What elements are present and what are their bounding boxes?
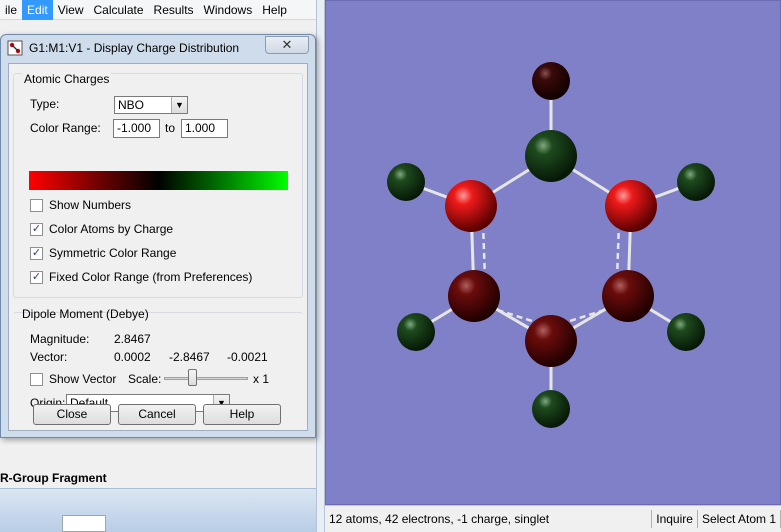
- show-numbers-option[interactable]: Show Numbers: [30, 198, 131, 212]
- scale-slider-track[interactable]: [164, 377, 248, 380]
- molecule-summary: 12 atoms, 42 electrons, -1 charge, singl…: [325, 510, 653, 528]
- atom-upper-left-ring: [445, 180, 497, 232]
- window-splitter[interactable]: [316, 0, 325, 532]
- menu-windows[interactable]: Windows: [199, 0, 258, 20]
- vector-y-value: -2.8467: [169, 350, 210, 364]
- aromatic-bond-line: [481, 222, 487, 280]
- atom-left-upper-hydrogen: [387, 163, 425, 201]
- fixed-range-option[interactable]: ✓ Fixed Color Range (from Preferences): [30, 270, 252, 284]
- fixed-range-label: Fixed Color Range (from Preferences): [49, 270, 253, 284]
- color-atoms-checkbox[interactable]: ✓: [30, 222, 43, 236]
- fragment-strip: [0, 488, 320, 532]
- color-range-label: Color Range:: [30, 121, 101, 135]
- menu-file[interactable]: ile: [0, 0, 22, 20]
- menu-help[interactable]: Help: [257, 0, 292, 20]
- range-min-field[interactable]: -1.000: [113, 119, 160, 138]
- range-max-field[interactable]: 1.000: [181, 119, 228, 138]
- magnitude-value: 2.8467: [114, 332, 151, 346]
- type-select[interactable]: NBO ▼: [114, 96, 188, 114]
- menu-view[interactable]: View: [53, 0, 89, 20]
- main-menu-bar: ile Edit View Calculate Results Windows …: [0, 0, 320, 20]
- atom-top-hydrogen: [532, 62, 570, 100]
- vector-z-value: -0.0021: [227, 350, 268, 364]
- aromatic-bond-line: [615, 222, 621, 280]
- app-icon: [7, 40, 23, 56]
- charge-distribution-dialog: G1:M1:V1 - Display Charge Distribution ✕…: [0, 34, 316, 438]
- atom-top-ring: [525, 130, 577, 182]
- fixed-range-checkbox[interactable]: ✓: [30, 270, 43, 284]
- atom-bottom-hydrogen: [532, 390, 570, 428]
- dialog-title: G1:M1:V1 - Display Charge Distribution: [29, 41, 240, 55]
- scale-value: x 1: [253, 372, 270, 386]
- color-atoms-option[interactable]: ✓ Color Atoms by Charge: [30, 222, 173, 236]
- show-numbers-label: Show Numbers: [49, 198, 132, 212]
- magnitude-label: Magnitude:: [30, 332, 90, 346]
- rgroup-fragment-label: R-Group Fragment: [0, 471, 107, 485]
- atomic-charges-label: Atomic Charges: [22, 72, 112, 86]
- menu-results[interactable]: Results: [149, 0, 199, 20]
- atom-right-upper-hydrogen: [677, 163, 715, 201]
- scale-label: Scale:: [128, 372, 162, 386]
- fragment-thumbnail[interactable]: [62, 515, 106, 532]
- show-vector-option[interactable]: Show Vector: [30, 372, 116, 386]
- charge-color-scale: [29, 171, 288, 190]
- menu-edit[interactable]: Edit: [22, 0, 53, 20]
- help-button[interactable]: Help: [203, 404, 281, 425]
- chevron-down-icon[interactable]: ▼: [171, 97, 187, 113]
- scale-slider-thumb[interactable]: [188, 369, 197, 386]
- type-select-value: NBO: [118, 98, 145, 112]
- close-icon[interactable]: ✕: [265, 36, 309, 54]
- symmetric-range-label: Symmetric Color Range: [49, 246, 177, 260]
- atom-upper-right-ring: [605, 180, 657, 232]
- vector-label: Vector:: [30, 350, 68, 364]
- show-vector-label: Show Vector: [49, 372, 117, 386]
- color-atoms-label: Color Atoms by Charge: [49, 222, 174, 236]
- molecule-drawing[interactable]: [326, 1, 781, 506]
- atom-bottom-ring: [525, 315, 577, 367]
- close-button[interactable]: Close: [33, 404, 111, 425]
- atom-left-lower-hydrogen: [397, 313, 435, 351]
- mode-indicator: Inquire: [652, 510, 698, 528]
- molecule-viewport[interactable]: [325, 0, 781, 505]
- cancel-button[interactable]: Cancel: [118, 404, 196, 425]
- atom-lower-left-ring: [448, 270, 500, 322]
- dialog-body: Atomic Charges Type: NBO ▼ Color Range: …: [8, 63, 308, 431]
- type-label: Type:: [30, 97, 60, 111]
- range-to-label: to: [165, 121, 176, 135]
- status-bar: 12 atoms, 42 electrons, -1 charge, singl…: [325, 505, 781, 532]
- selection-indicator: Select Atom 1: [698, 510, 781, 528]
- dialog-titlebar[interactable]: G1:M1:V1 - Display Charge Distribution ✕: [1, 35, 315, 61]
- show-vector-checkbox[interactable]: [30, 372, 43, 386]
- menu-calculate[interactable]: Calculate: [89, 0, 149, 20]
- aromatic-dashes: [481, 222, 621, 329]
- vector-x-value: 0.0002: [114, 350, 151, 364]
- atom-lower-right-ring: [602, 270, 654, 322]
- symmetric-range-option[interactable]: ✓ Symmetric Color Range: [30, 246, 176, 260]
- show-numbers-checkbox[interactable]: [30, 198, 43, 212]
- symmetric-range-checkbox[interactable]: ✓: [30, 246, 43, 260]
- atom-right-lower-hydrogen: [667, 313, 705, 351]
- dipole-label: Dipole Moment (Debye): [22, 307, 149, 321]
